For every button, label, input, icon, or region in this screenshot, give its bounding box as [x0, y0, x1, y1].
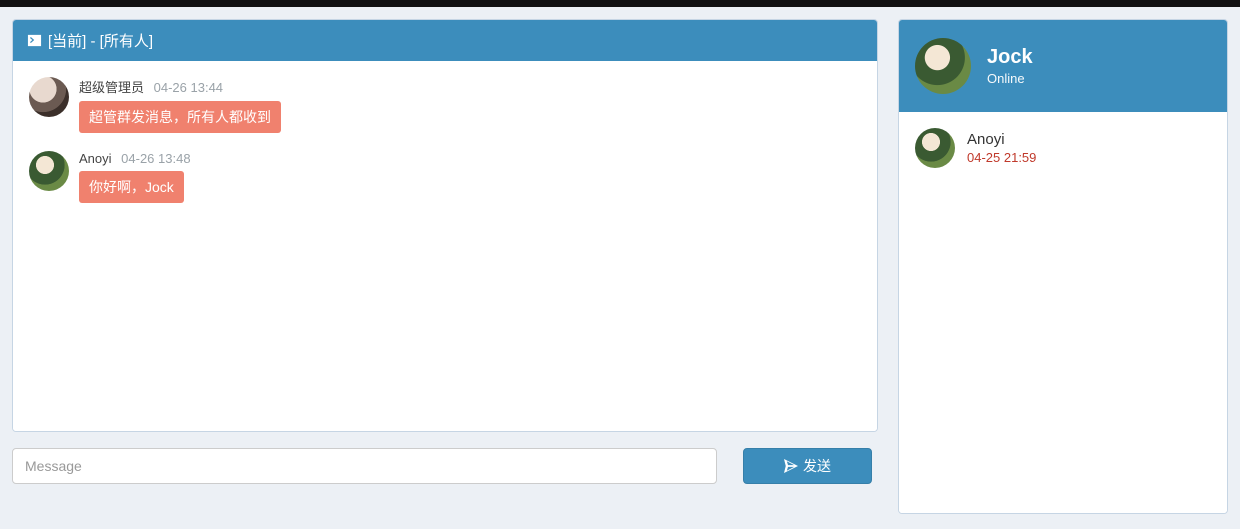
message-input[interactable] [12, 448, 717, 484]
profile-header-text: Jock Online [987, 46, 1033, 86]
chat-message-list[interactable]: 超级管理员 04-26 13:44 超管群发消息，所有人都收到 Anoyi 04… [13, 61, 877, 431]
message-time: 04-26 13:44 [154, 80, 223, 95]
avatar [29, 77, 69, 117]
message-sender: 超级管理员 [79, 80, 144, 95]
left-column: [当前] - [所有人] 超级管理员 04-26 13:44 超管群发消息，所有… [12, 19, 878, 514]
profile-name: Jock [987, 46, 1033, 69]
message-content: Anoyi 04-26 13:48 你好啊，Jock [79, 151, 191, 203]
message-meta: Anoyi 04-26 13:48 [79, 151, 191, 166]
send-button-label: 发送 [803, 456, 831, 476]
layout-container: [当前] - [所有人] 超级管理员 04-26 13:44 超管群发消息，所有… [0, 7, 1240, 526]
app-topbar [0, 0, 1240, 7]
profile-panel: Jock Online Anoyi 04-25 21:59 [898, 19, 1228, 514]
chat-message: 超级管理员 04-26 13:44 超管群发消息，所有人都收到 [29, 77, 861, 133]
message-content: 超级管理员 04-26 13:44 超管群发消息，所有人都收到 [79, 77, 281, 133]
chat-panel: [当前] - [所有人] 超级管理员 04-26 13:44 超管群发消息，所有… [12, 19, 878, 432]
right-column: Jock Online Anoyi 04-25 21:59 [898, 19, 1228, 514]
message-meta: 超级管理员 04-26 13:44 [79, 77, 223, 96]
paper-plane-icon [784, 459, 798, 473]
message-time: 04-26 13:48 [121, 151, 190, 166]
chat-message: Anoyi 04-26 13:48 你好啊，Jock [29, 151, 861, 203]
message-bubble: 你好啊，Jock [79, 171, 184, 203]
composer-row: 发送 [12, 448, 878, 484]
contact-info: Anoyi 04-25 21:59 [967, 131, 1036, 165]
terminal-icon [27, 33, 42, 48]
profile-header: Jock Online [899, 20, 1227, 112]
contact-list: Anoyi 04-25 21:59 [899, 112, 1227, 513]
message-sender: Anoyi [79, 151, 112, 166]
message-bubble: 超管群发消息，所有人都收到 [79, 101, 281, 133]
contact-item[interactable]: Anoyi 04-25 21:59 [915, 124, 1211, 172]
contact-time: 04-25 21:59 [967, 150, 1036, 165]
chat-header-title: [当前] - [所有人] [48, 30, 153, 51]
contact-name: Anoyi [967, 131, 1036, 148]
avatar [29, 151, 69, 191]
chat-panel-header: [当前] - [所有人] [13, 20, 877, 61]
profile-avatar [915, 38, 971, 94]
send-button[interactable]: 发送 [743, 448, 872, 484]
avatar [915, 128, 955, 168]
profile-status: Online [987, 71, 1033, 86]
